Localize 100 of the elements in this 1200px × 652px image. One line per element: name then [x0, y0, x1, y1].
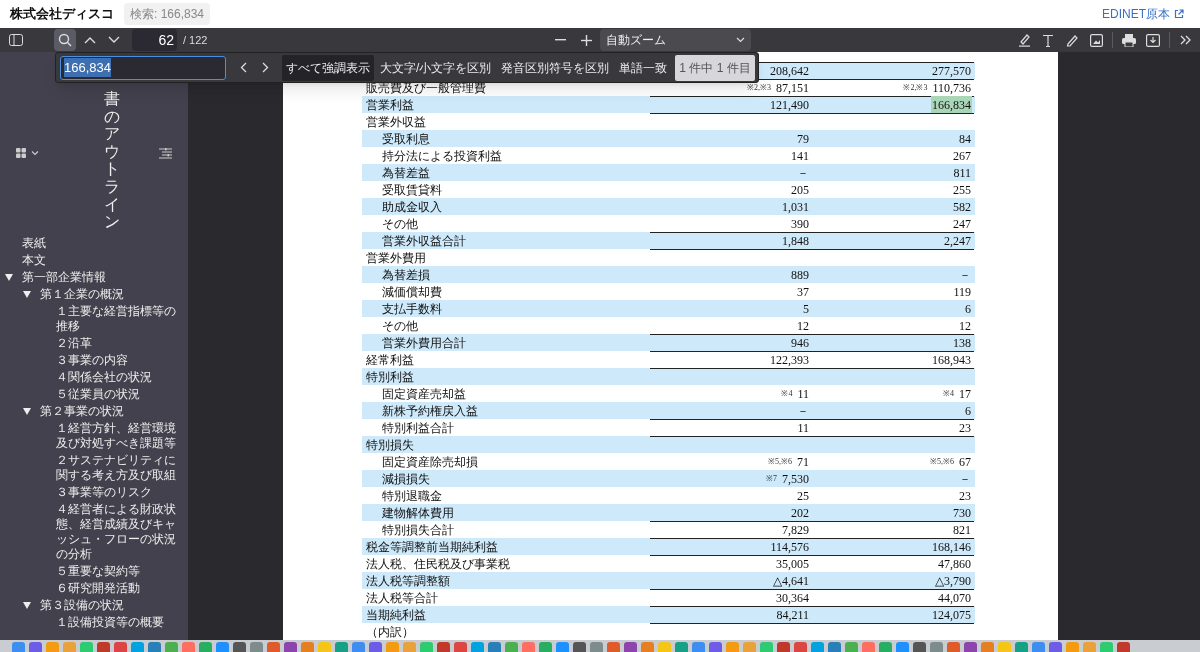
find-option-button[interactable]: 大文字/小文字を区別 [376, 54, 496, 81]
app-icon[interactable] [777, 642, 790, 652]
app-icon[interactable] [352, 642, 365, 652]
app-icon[interactable] [845, 642, 858, 652]
app-icon[interactable] [505, 642, 518, 652]
app-icon[interactable] [182, 642, 195, 652]
find-option-button[interactable]: 単語一致 [615, 54, 672, 81]
app-icon[interactable] [148, 642, 161, 652]
app-icon[interactable] [216, 642, 229, 652]
find-field[interactable]: 166,834 [60, 55, 226, 80]
outline-item[interactable]: ２サステナビリティに関する考え方及び取組 [56, 452, 188, 483]
app-icon[interactable] [539, 642, 552, 652]
app-icon[interactable] [386, 642, 399, 652]
find-option-button[interactable]: すべて強調表示 [282, 54, 374, 81]
zoom-select[interactable]: 自動ズーム [600, 29, 752, 51]
app-icon[interactable] [437, 642, 450, 652]
app-icon[interactable] [1049, 642, 1062, 652]
outline-item[interactable]: 第一部企業情報 [22, 269, 108, 285]
app-icon[interactable] [590, 642, 603, 652]
app-icon[interactable] [80, 642, 93, 652]
page-number-field[interactable]: 62 [132, 29, 177, 51]
app-icon[interactable] [794, 642, 807, 652]
app-icon[interactable] [199, 642, 212, 652]
outline-item[interactable]: ４経営者による財政状態、経営成績及びキャッシュ・フローの状況の分析 [56, 501, 188, 562]
outline-item[interactable]: ６研究開発活動 [56, 580, 142, 596]
filter-list-icon[interactable] [159, 148, 172, 159]
source-link[interactable]: EDINET原本 [1102, 5, 1190, 23]
outline-item[interactable]: ３事業等のリスク [56, 484, 154, 500]
image-icon[interactable] [1088, 32, 1104, 48]
app-icon[interactable] [301, 642, 314, 652]
app-icon[interactable] [828, 642, 841, 652]
sidebar-toggle-icon[interactable] [8, 32, 24, 48]
app-icon[interactable] [998, 642, 1011, 652]
app-icon[interactable] [981, 642, 994, 652]
app-icon[interactable] [879, 642, 892, 652]
toggle-icon[interactable] [23, 407, 31, 415]
toggle-icon[interactable] [23, 290, 31, 298]
app-icon[interactable] [471, 642, 484, 652]
app-icon[interactable] [675, 642, 688, 652]
app-icon[interactable] [488, 642, 501, 652]
outline-item[interactable]: ２沿革 [56, 335, 94, 351]
app-icon[interactable] [250, 642, 263, 652]
app-icon[interactable] [743, 642, 756, 652]
app-icon[interactable] [709, 642, 722, 652]
app-icon[interactable] [556, 642, 569, 652]
app-icon[interactable] [318, 642, 331, 652]
app-icon[interactable] [29, 642, 42, 652]
app-icon[interactable] [624, 642, 637, 652]
app-icon[interactable] [964, 642, 977, 652]
app-icon[interactable] [97, 642, 110, 652]
app-icon[interactable] [913, 642, 926, 652]
outline-item[interactable]: ４関係会社の状況 [56, 369, 154, 385]
app-icon[interactable] [947, 642, 960, 652]
app-icon[interactable] [1117, 642, 1130, 652]
app-icon[interactable] [335, 642, 348, 652]
save-icon[interactable] [1145, 32, 1161, 48]
app-icon[interactable] [1100, 642, 1113, 652]
highlight-icon[interactable] [1016, 32, 1032, 48]
app-icon[interactable] [692, 642, 705, 652]
app-icon[interactable] [63, 642, 76, 652]
search-icon[interactable] [54, 29, 76, 51]
app-icon[interactable] [760, 642, 773, 652]
app-icon[interactable] [403, 642, 416, 652]
outline-item[interactable]: １主要な経営指標等の推移 [56, 303, 188, 334]
toggle-icon[interactable] [23, 601, 31, 609]
text-icon[interactable] [1040, 32, 1056, 48]
app-icon[interactable] [114, 642, 127, 652]
outline-item[interactable]: １設備投資等の概要 [56, 614, 166, 630]
outline-item[interactable]: 第１企業の概況 [40, 286, 126, 302]
zoom-in-icon[interactable] [578, 32, 595, 48]
app-icon[interactable] [726, 642, 739, 652]
app-icon[interactable] [522, 642, 535, 652]
app-icon[interactable] [267, 642, 280, 652]
app-icon[interactable] [1032, 642, 1045, 652]
app-icon[interactable] [641, 642, 654, 652]
app-icon[interactable] [454, 642, 467, 652]
outline-item[interactable]: 表紙 [22, 235, 48, 251]
app-icon[interactable] [165, 642, 178, 652]
app-icon[interactable] [811, 642, 824, 652]
app-icon[interactable] [233, 642, 246, 652]
app-icon[interactable] [284, 642, 297, 652]
app-icon[interactable] [369, 642, 382, 652]
print-icon[interactable] [1121, 32, 1137, 48]
app-icon[interactable] [12, 642, 25, 652]
app-icon[interactable] [131, 642, 144, 652]
app-icon[interactable] [1015, 642, 1028, 652]
app-icon[interactable] [862, 642, 875, 652]
outline-item[interactable]: ５重要な契約等 [56, 563, 142, 579]
outline-item[interactable]: ３事業の内容 [56, 352, 130, 368]
app-icon[interactable] [420, 642, 433, 652]
find-option-button[interactable]: 発音区別符号を区別 [497, 54, 614, 81]
toggle-icon[interactable] [5, 273, 13, 281]
app-icon[interactable] [1066, 642, 1079, 652]
outline-item[interactable]: ５従業員の状況 [56, 386, 142, 402]
app-icon[interactable] [607, 642, 620, 652]
app-icon[interactable] [896, 642, 909, 652]
app-icon[interactable] [658, 642, 671, 652]
app-icon[interactable] [930, 642, 943, 652]
outline-item[interactable]: 第２事業の状況 [40, 403, 126, 419]
app-icon[interactable] [1083, 642, 1096, 652]
